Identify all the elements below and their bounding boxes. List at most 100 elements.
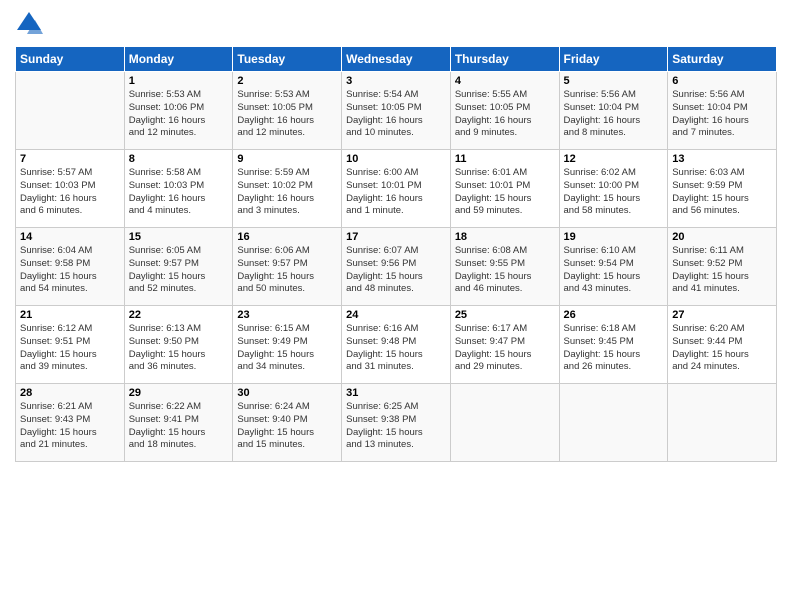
day-number: 20 <box>672 231 772 243</box>
calendar-cell: 8Sunrise: 5:58 AM Sunset: 10:03 PM Dayli… <box>124 150 233 228</box>
day-info: Sunrise: 6:18 AM Sunset: 9:45 PM Dayligh… <box>564 323 664 374</box>
calendar-cell: 7 Sunrise: 5:57 AM Sunset: 10:03 PM Dayli… <box>16 150 125 228</box>
day-info: Sunrise: 5:56 AM Sunset: 10:04 PM Daylig… <box>564 89 664 140</box>
day-info: Sunrise: 5:53 AM Sunset: 10:06 PM Daylig… <box>129 89 229 140</box>
day-info: Sunrise: 6:01 AM Sunset: 10:01 PM Daylig… <box>455 167 555 218</box>
calendar-cell <box>450 384 559 462</box>
weekday-header: Wednesday <box>342 47 451 72</box>
day-number: 2 <box>237 75 337 87</box>
day-number: 21 <box>20 309 120 321</box>
day-info: Sunrise: 6:07 AM Sunset: 9:56 PM Dayligh… <box>346 245 446 296</box>
day-info: Sunrise: 5:57 AM Sunset: 10:03 PM Daylig… <box>20 167 120 218</box>
calendar-cell: 27 Sunrise: 6:20 AM Sunset: 9:44 PM Dayli… <box>668 306 777 384</box>
calendar-cell <box>16 72 125 150</box>
day-info: Sunrise: 5:55 AM Sunset: 10:05 PM Daylig… <box>455 89 555 140</box>
calendar-cell: 14 Sunrise: 6:04 AM Sunset: 9:58 PM Dayli… <box>16 228 125 306</box>
day-info: Sunrise: 6:17 AM Sunset: 9:47 PM Dayligh… <box>455 323 555 374</box>
day-info: Sunrise: 5:59 AM Sunset: 10:02 PM Daylig… <box>237 167 337 218</box>
day-number: 5 <box>564 75 664 87</box>
calendar-cell: 11Sunrise: 6:01 AM Sunset: 10:01 PM Dayl… <box>450 150 559 228</box>
calendar-cell: 15 Sunrise: 6:05 AM Sunset: 9:57 PM Dayli… <box>124 228 233 306</box>
day-number: 29 <box>129 387 229 399</box>
calendar-cell: 22Sunrise: 6:13 AM Sunset: 9:50 PM Dayli… <box>124 306 233 384</box>
day-number: 23 <box>237 309 337 321</box>
day-number: 25 <box>455 309 555 321</box>
calendar-cell: 30Sunrise: 6:24 AM Sunset: 9:40 PM Dayli… <box>233 384 342 462</box>
day-number: 31 <box>346 387 446 399</box>
calendar-cell: 20 Sunrise: 6:11 AM Sunset: 9:52 PM Dayli… <box>668 228 777 306</box>
calendar-cell: 4 Sunrise: 5:55 AM Sunset: 10:05 PM Dayli… <box>450 72 559 150</box>
weekday-header: Saturday <box>668 47 777 72</box>
calendar-cell: 17 Sunrise: 6:07 AM Sunset: 9:56 PM Dayli… <box>342 228 451 306</box>
day-info: Sunrise: 6:21 AM Sunset: 9:43 PM Dayligh… <box>20 401 120 452</box>
calendar-cell: 12Sunrise: 6:02 AM Sunset: 10:00 PM Dayl… <box>559 150 668 228</box>
calendar-cell: 9 Sunrise: 5:59 AM Sunset: 10:02 PM Dayli… <box>233 150 342 228</box>
calendar-cell: 28 Sunrise: 6:21 AM Sunset: 9:43 PM Dayli… <box>16 384 125 462</box>
day-number: 19 <box>564 231 664 243</box>
day-number: 22 <box>129 309 229 321</box>
day-number: 27 <box>672 309 772 321</box>
weekday-header: Monday <box>124 47 233 72</box>
day-number: 6 <box>672 75 772 87</box>
day-info: Sunrise: 6:00 AM Sunset: 10:01 PM Daylig… <box>346 167 446 218</box>
day-info: Sunrise: 5:54 AM Sunset: 10:05 PM Daylig… <box>346 89 446 140</box>
calendar-cell: 6 Sunrise: 5:56 AM Sunset: 10:04 PM Dayli… <box>668 72 777 150</box>
day-number: 24 <box>346 309 446 321</box>
day-number: 10 <box>346 153 446 165</box>
day-info: Sunrise: 6:04 AM Sunset: 9:58 PM Dayligh… <box>20 245 120 296</box>
weekday-header: Thursday <box>450 47 559 72</box>
header <box>15 10 777 38</box>
calendar-week-row: 7 Sunrise: 5:57 AM Sunset: 10:03 PM Dayli… <box>16 150 777 228</box>
logo-icon <box>15 10 43 38</box>
calendar-cell: 13Sunrise: 6:03 AM Sunset: 9:59 PM Dayli… <box>668 150 777 228</box>
day-info: Sunrise: 6:08 AM Sunset: 9:55 PM Dayligh… <box>455 245 555 296</box>
day-number: 3 <box>346 75 446 87</box>
day-info: Sunrise: 6:03 AM Sunset: 9:59 PM Dayligh… <box>672 167 772 218</box>
calendar-cell <box>668 384 777 462</box>
day-info: Sunrise: 5:56 AM Sunset: 10:04 PM Daylig… <box>672 89 772 140</box>
calendar-cell: 23 Sunrise: 6:15 AM Sunset: 9:49 PM Dayli… <box>233 306 342 384</box>
calendar-cell: 31 Sunrise: 6:25 AM Sunset: 9:38 PM Dayli… <box>342 384 451 462</box>
calendar-week-row: 21 Sunrise: 6:12 AM Sunset: 9:51 PM Dayli… <box>16 306 777 384</box>
calendar-cell: 2 Sunrise: 5:53 AM Sunset: 10:05 PM Dayli… <box>233 72 342 150</box>
day-info: Sunrise: 6:16 AM Sunset: 9:48 PM Dayligh… <box>346 323 446 374</box>
day-info: Sunrise: 6:11 AM Sunset: 9:52 PM Dayligh… <box>672 245 772 296</box>
weekday-header: Tuesday <box>233 47 342 72</box>
day-number: 9 <box>237 153 337 165</box>
calendar-cell <box>559 384 668 462</box>
day-info: Sunrise: 6:10 AM Sunset: 9:54 PM Dayligh… <box>564 245 664 296</box>
day-number: 15 <box>129 231 229 243</box>
day-number: 1 <box>129 75 229 87</box>
day-info: Sunrise: 6:20 AM Sunset: 9:44 PM Dayligh… <box>672 323 772 374</box>
calendar-table: SundayMondayTuesdayWednesdayThursdayFrid… <box>15 46 777 462</box>
day-number: 16 <box>237 231 337 243</box>
logo <box>15 10 45 38</box>
day-number: 4 <box>455 75 555 87</box>
calendar-week-row: 14 Sunrise: 6:04 AM Sunset: 9:58 PM Dayli… <box>16 228 777 306</box>
calendar-header-row: SundayMondayTuesdayWednesdayThursdayFrid… <box>16 47 777 72</box>
day-info: Sunrise: 6:12 AM Sunset: 9:51 PM Dayligh… <box>20 323 120 374</box>
day-info: Sunrise: 6:05 AM Sunset: 9:57 PM Dayligh… <box>129 245 229 296</box>
day-info: Sunrise: 6:24 AM Sunset: 9:40 PM Dayligh… <box>237 401 337 452</box>
page-container: SundayMondayTuesdayWednesdayThursdayFrid… <box>0 0 792 472</box>
calendar-week-row: 28 Sunrise: 6:21 AM Sunset: 9:43 PM Dayli… <box>16 384 777 462</box>
calendar-cell: 26Sunrise: 6:18 AM Sunset: 9:45 PM Dayli… <box>559 306 668 384</box>
calendar-cell: 29 Sunrise: 6:22 AM Sunset: 9:41 PM Dayli… <box>124 384 233 462</box>
day-number: 14 <box>20 231 120 243</box>
calendar-cell: 18 Sunrise: 6:08 AM Sunset: 9:55 PM Dayli… <box>450 228 559 306</box>
calendar-cell: 19 Sunrise: 6:10 AM Sunset: 9:54 PM Dayli… <box>559 228 668 306</box>
day-info: Sunrise: 6:02 AM Sunset: 10:00 PM Daylig… <box>564 167 664 218</box>
calendar-cell: 21 Sunrise: 6:12 AM Sunset: 9:51 PM Dayli… <box>16 306 125 384</box>
day-number: 18 <box>455 231 555 243</box>
day-info: Sunrise: 6:25 AM Sunset: 9:38 PM Dayligh… <box>346 401 446 452</box>
day-number: 28 <box>20 387 120 399</box>
calendar-cell: 10 Sunrise: 6:00 AM Sunset: 10:01 PM Dayl… <box>342 150 451 228</box>
day-info: Sunrise: 6:15 AM Sunset: 9:49 PM Dayligh… <box>237 323 337 374</box>
day-number: 17 <box>346 231 446 243</box>
day-info: Sunrise: 5:53 AM Sunset: 10:05 PM Daylig… <box>237 89 337 140</box>
calendar-cell: 16Sunrise: 6:06 AM Sunset: 9:57 PM Dayli… <box>233 228 342 306</box>
day-info: Sunrise: 5:58 AM Sunset: 10:03 PM Daylig… <box>129 167 229 218</box>
weekday-header: Sunday <box>16 47 125 72</box>
day-info: Sunrise: 6:22 AM Sunset: 9:41 PM Dayligh… <box>129 401 229 452</box>
day-number: 7 <box>20 153 120 165</box>
